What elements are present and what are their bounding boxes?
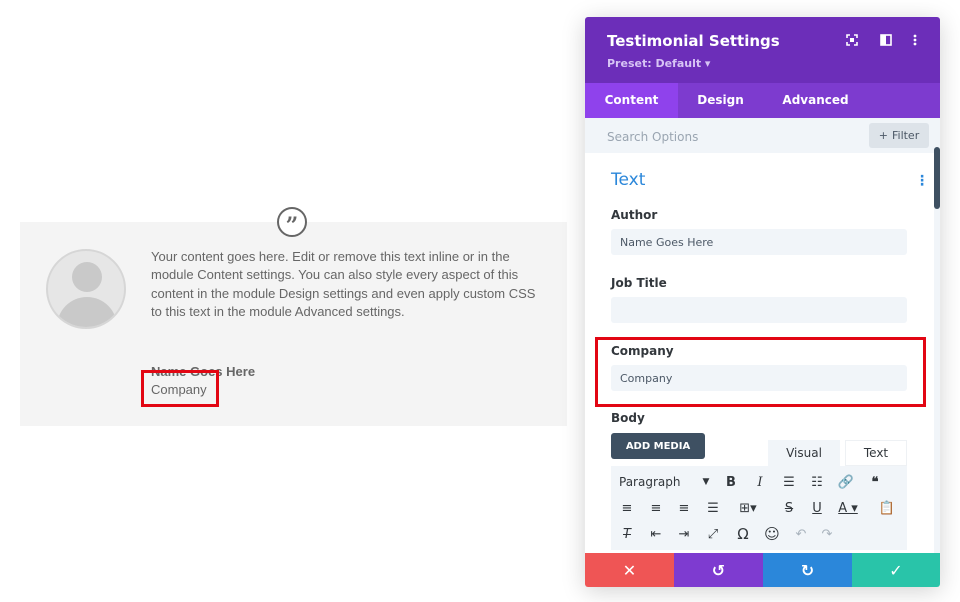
align-justify-icon[interactable]: ☰ [703,498,723,518]
numbered-list-icon[interactable]: ☷ [807,472,827,492]
outdent-icon[interactable]: ⇤ [646,524,666,544]
text-color-icon[interactable]: A ▾ [833,498,863,518]
paragraph-format-label: Paragraph [619,475,681,489]
paste-icon[interactable]: 📋 [877,498,897,518]
undo-button[interactable]: ↺ [674,553,763,587]
job-title-label: Job Title [611,276,667,290]
testimonial-module[interactable]: Your content goes here. Edit or remove t… [20,222,567,426]
scrollbar-track[interactable] [934,153,940,553]
quote-icon: ” [277,207,307,237]
filter-button[interactable]: + Filter [869,123,929,148]
split-view-icon[interactable] [877,33,895,51]
special-character-icon[interactable]: Ω [733,524,753,544]
panel-header: Testimonial Settings Preset: Default ▾ [585,17,940,83]
bold-icon[interactable]: B [721,472,741,492]
underline-icon[interactable]: U [807,498,827,518]
editor-toolbar: Paragraph ▼ B I ☰ ☷ 🔗 ❝ ≡ ≡ ≡ ☰ ⊞▾ S U A… [611,466,907,550]
editor-tab-visual[interactable]: Visual [768,440,840,466]
undo-icon[interactable]: ↶ [791,524,811,544]
more-options-icon[interactable] [906,33,924,51]
author-label: Author [611,208,658,222]
paragraph-format-select[interactable]: Paragraph ▼ [619,472,709,492]
fullscreen-icon[interactable]: ⤢ [703,524,723,544]
tab-content[interactable]: Content [585,83,678,118]
editor-tab-text[interactable]: Text [845,440,907,466]
table-icon[interactable]: ⊞▾ [733,498,763,518]
emoji-icon[interactable]: ☺ [762,524,782,544]
indent-icon[interactable]: ⇥ [674,524,694,544]
author-input[interactable]: Name Goes Here [611,229,907,255]
avatar [46,249,126,329]
settings-tabs: Content Design Advanced [585,83,940,118]
job-title-input[interactable] [611,297,907,323]
align-right-icon[interactable]: ≡ [674,498,694,518]
undo-arrow-icon: ↺ [711,560,726,580]
strikethrough-icon[interactable]: S [779,498,799,518]
testimonial-body-text[interactable]: Your content goes here. Edit or remove t… [151,248,541,321]
align-center-icon[interactable]: ≡ [646,498,666,518]
tab-design[interactable]: Design [678,83,763,118]
preset-dropdown[interactable]: Preset: Default ▾ [607,57,710,70]
panel-footer: ✕ ↺ ↻ ✓ [585,553,940,587]
expand-icon[interactable] [843,33,861,51]
close-icon: ✕ [622,560,637,580]
section-title-text[interactable]: Text [611,170,645,190]
align-left-icon[interactable]: ≡ [617,498,637,518]
highlight-box-company-preview [141,370,219,407]
settings-panel: Testimonial Settings Preset: Default ▾ C… [585,17,940,587]
filter-label: Filter [891,129,920,142]
redo-button[interactable]: ↻ [763,553,852,587]
dropdown-arrow-icon: ▼ [702,477,710,487]
avatar-body-shape [57,297,117,327]
redo-arrow-icon: ↻ [800,560,815,580]
scrollbar-thumb[interactable] [934,147,940,209]
save-button[interactable]: ✓ [852,553,940,587]
highlight-box-company-field [595,337,926,407]
section-options-icon[interactable]: ⋮ [915,173,929,189]
body-label: Body [611,411,645,425]
discard-button[interactable]: ✕ [585,553,674,587]
link-icon[interactable]: 🔗 [836,472,856,492]
italic-icon[interactable]: I [750,472,770,492]
add-media-button[interactable]: ADD MEDIA [611,433,705,459]
clear-formatting-icon[interactable]: T [617,524,637,544]
bullet-list-icon[interactable]: ☰ [779,472,799,492]
panel-title: Testimonial Settings [607,32,780,50]
avatar-head-shape [72,262,102,292]
redo-icon[interactable]: ↷ [817,524,837,544]
blockquote-icon[interactable]: ❝ [865,472,885,492]
search-options-input[interactable] [605,124,849,150]
tab-advanced[interactable]: Advanced [763,83,868,118]
plus-icon: + [878,129,888,142]
checkmark-icon: ✓ [889,560,903,580]
